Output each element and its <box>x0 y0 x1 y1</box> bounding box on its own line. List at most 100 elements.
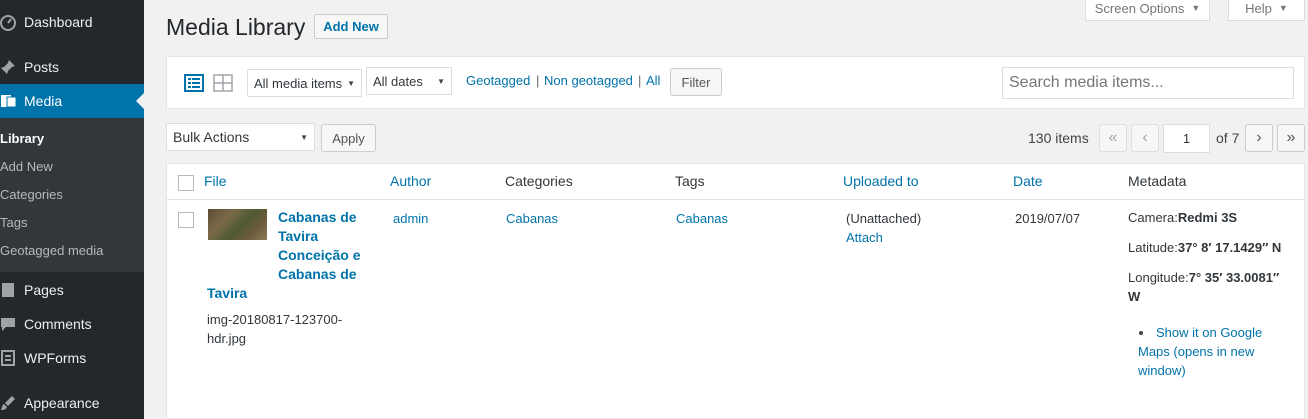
sidebar-item-label: WPForms <box>24 350 87 366</box>
longitude-metadata: Longitude:7° 35′ 33.0081″ <box>1128 270 1279 285</box>
google-maps-link[interactable]: Show it on Google <box>1156 323 1262 342</box>
items-count: 130 items <box>1028 130 1089 146</box>
media-title-line[interactable]: Tavira <box>278 227 318 246</box>
author-link[interactable]: admin <box>393 209 428 228</box>
all-link[interactable]: All <box>646 73 660 88</box>
media-type-value: All media items <box>254 75 343 91</box>
camera-label: Camera: <box>1128 210 1178 225</box>
bullet-icon <box>1139 331 1143 335</box>
camera-metadata: Camera:Redmi 3S <box>1128 210 1237 225</box>
media-title-line[interactable]: Cabanas de <box>278 265 357 284</box>
media-type-select[interactable]: All media items ▼ <box>247 69 362 97</box>
list-view-icon[interactable] <box>184 74 204 92</box>
media-title-line[interactable]: Conceição e <box>278 246 360 265</box>
next-page-button[interactable]: › <box>1245 124 1273 152</box>
submenu-library[interactable]: Library <box>0 130 44 148</box>
column-date[interactable]: Date <box>1013 173 1043 189</box>
google-maps-link[interactable]: window) <box>1138 361 1186 380</box>
latitude-label: Latitude: <box>1128 240 1178 255</box>
column-tags: Tags <box>675 173 705 189</box>
dropdown-arrow-icon: ▼ <box>300 133 308 142</box>
submenu-tags[interactable]: Tags <box>0 214 27 232</box>
dropdown-arrow-icon: ▼ <box>347 79 355 88</box>
sidebar-item-label: Pages <box>24 282 64 298</box>
page-title: Media Library <box>166 14 306 40</box>
column-metadata: Metadata <box>1128 173 1187 189</box>
uploaded-to-status: (Unattached) <box>846 211 922 226</box>
total-pages: of 7 <box>1216 130 1240 146</box>
latitude-metadata: Latitude:37° 8′ 17.1429″ N <box>1128 240 1281 255</box>
dropdown-arrow-icon: ▼ <box>437 77 445 86</box>
select-all-checkbox[interactable] <box>178 175 194 191</box>
help-label: Help <box>1245 0 1272 16</box>
form-icon <box>0 348 18 368</box>
category-link[interactable]: Cabanas <box>506 209 558 228</box>
tag-link[interactable]: Cabanas <box>676 209 728 228</box>
caret-down-icon: ▼ <box>1278 3 1288 13</box>
brush-icon <box>0 393 18 413</box>
sidebar-item-posts[interactable]: Posts <box>0 50 144 84</box>
media-thumbnail[interactable] <box>208 209 267 240</box>
add-new-button[interactable]: Add New <box>314 14 388 39</box>
first-page-button: « <box>1099 124 1127 152</box>
upload-date: 2019/07/07 <box>1015 211 1081 226</box>
screen-options-button[interactable]: Screen Options ▼ <box>1085 0 1210 21</box>
filename-line: img-20180817-123700- <box>207 312 343 327</box>
search-input[interactable] <box>1002 67 1294 99</box>
sidebar-item-label: Comments <box>24 316 92 332</box>
grid-view-icon[interactable] <box>213 74 233 92</box>
column-file[interactable]: File <box>204 173 227 189</box>
submenu-categories[interactable]: Categories <box>0 186 63 204</box>
sidebar-item-comments[interactable]: Comments <box>0 307 144 341</box>
dates-value: All dates <box>373 73 423 89</box>
separator: | <box>536 73 540 88</box>
media-title-line[interactable]: Cabanas de <box>278 208 357 227</box>
attach-link[interactable]: Attach <box>846 228 883 247</box>
pin-icon <box>0 57 18 77</box>
submenu-add-new[interactable]: Add New <box>0 158 53 176</box>
sidebar-item-label: Posts <box>24 59 60 75</box>
caret-down-icon: ▼ <box>1191 3 1201 13</box>
longitude-value: 7° 35′ 33.0081″ <box>1188 270 1280 285</box>
last-page-button[interactable]: » <box>1277 124 1305 152</box>
media-table: File Author Categories Tags Uploaded to … <box>166 163 1305 419</box>
media-icon <box>0 91 18 111</box>
separator: | <box>638 73 642 88</box>
sidebar-item-wpforms[interactable]: WPForms <box>0 341 144 375</box>
sidebar-item-label: Media <box>24 93 63 109</box>
page-icon <box>0 280 18 300</box>
dashboard-icon <box>0 12 18 32</box>
sidebar-item-label: Appearance <box>24 395 100 411</box>
longitude-value-cont: W <box>1128 289 1141 304</box>
bulk-actions-value: Bulk Actions <box>173 129 250 145</box>
current-page-input[interactable] <box>1163 124 1210 153</box>
latitude-value: 37° 8′ 17.1429″ N <box>1177 240 1282 255</box>
sidebar-item-dashboard[interactable]: Dashboard <box>0 5 144 39</box>
media-title-line[interactable]: Tavira <box>207 284 247 303</box>
apply-button[interactable]: Apply <box>321 124 376 152</box>
filename-line: hdr.jpg <box>207 331 247 346</box>
sidebar-item-media[interactable]: Media <box>0 84 144 118</box>
column-uploaded-to[interactable]: Uploaded to <box>843 173 919 189</box>
longitude-metadata-cont: W <box>1128 289 1140 304</box>
prev-page-button: ‹ <box>1131 124 1159 152</box>
filter-button[interactable]: Filter <box>670 68 722 96</box>
sidebar-item-appearance[interactable]: Appearance <box>0 386 144 419</box>
help-button[interactable]: Help ▼ <box>1228 0 1305 21</box>
sidebar-item-label: Dashboard <box>24 14 93 30</box>
google-maps-link[interactable]: Maps (opens in new <box>1138 342 1254 361</box>
column-categories: Categories <box>505 173 573 189</box>
column-author[interactable]: Author <box>390 173 431 189</box>
admin-sidebar: Dashboard Posts Media Library Add New Ca… <box>0 0 144 419</box>
submenu-geotagged-media[interactable]: Geotagged media <box>0 242 103 260</box>
screen-options-label: Screen Options <box>1094 0 1185 16</box>
dates-select[interactable]: All dates ▼ <box>366 67 452 95</box>
non-geotagged-link[interactable]: Non geotagged <box>544 73 633 88</box>
row-checkbox[interactable] <box>178 212 194 228</box>
geotagged-link[interactable]: Geotagged <box>466 73 530 88</box>
sidebar-item-pages[interactable]: Pages <box>0 273 144 307</box>
media-filter-bar: All media items ▼ All dates ▼ Geotagged … <box>166 56 1305 109</box>
comment-icon <box>0 314 18 334</box>
bulk-actions-select[interactable]: Bulk Actions ▼ <box>166 123 315 151</box>
media-submenu: Library Add New Categories Tags Geotagge… <box>0 118 144 272</box>
